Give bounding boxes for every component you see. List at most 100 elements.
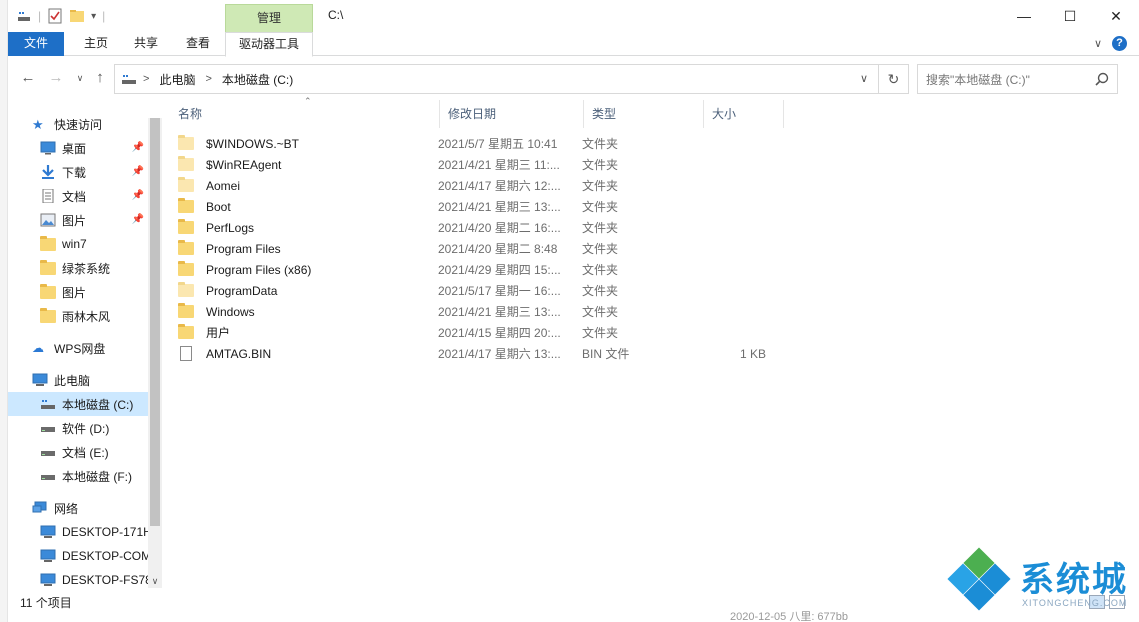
nav-item-label: 下载 xyxy=(62,165,87,180)
nav-item[interactable]: 此电脑 xyxy=(8,368,160,392)
file-row[interactable]: $WINDOWS.~BT 2021/5/7 星期五 10:41 文件夹 xyxy=(178,133,798,154)
back-button[interactable]: ← xyxy=(18,68,38,88)
file-name: ProgramData xyxy=(206,283,278,298)
maximize-button[interactable]: ☐ xyxy=(1047,0,1093,32)
column-name[interactable]: 名称 xyxy=(170,100,440,128)
file-row[interactable]: PerfLogs 2021/4/20 星期二 16:... 文件夹 xyxy=(178,217,798,238)
breadcrumb-separator[interactable]: > xyxy=(143,73,149,85)
file-row[interactable]: $WinREAgent 2021/4/21 星期三 11:... 文件夹 xyxy=(178,154,798,175)
file-date: 2021/5/7 星期五 10:41 xyxy=(438,137,558,151)
column-headers: 名称 修改日期 类型 大小 xyxy=(170,100,784,128)
nav-item[interactable]: 网络 xyxy=(8,496,160,520)
nav-item[interactable]: 桌面 📌 xyxy=(8,136,160,160)
file-row[interactable]: Aomei 2021/4/17 星期六 12:... 文件夹 xyxy=(178,175,798,196)
recent-locations-button[interactable]: ∨ xyxy=(70,68,90,88)
title-bar: | ▾ | 管理 C:\ — ☐ ✕ xyxy=(8,0,1139,32)
customize-toolbar-icon[interactable]: ▾ xyxy=(91,11,96,22)
navigation-scrollbar[interactable]: ∨ xyxy=(148,118,162,588)
nav-item[interactable]: 软件 (D:) xyxy=(8,416,160,440)
file-name: $WINDOWS.~BT xyxy=(206,136,300,151)
nav-item[interactable]: 本地磁盘 (C:) xyxy=(8,392,160,416)
search-box[interactable]: 搜索"本地磁盘 (C:)" xyxy=(917,64,1118,94)
divider: | xyxy=(38,9,42,23)
nav-item[interactable]: DESKTOP-171H xyxy=(8,520,160,544)
nav-item-label: 本地磁盘 (F:) xyxy=(62,469,132,484)
file-type: 文件夹 xyxy=(582,200,619,214)
file-name-cell: AMTAG.BIN xyxy=(178,346,438,361)
address-dropdown-button[interactable]: ∨ xyxy=(856,71,872,87)
file-type: 文件夹 xyxy=(582,305,619,319)
file-row[interactable]: Program Files 2021/4/20 星期二 8:48 文件夹 xyxy=(178,238,798,259)
file-date: 2021/4/17 星期六 12:... xyxy=(438,179,561,193)
drive-icon xyxy=(122,75,136,84)
navigation-bar: ← → ∨ ↑ > 此电脑 > 本地磁盘 (C:) ∨ ↻ 搜索"本地磁盘 (C… xyxy=(8,60,1139,96)
search-placeholder: 搜索"本地磁盘 (C:)" xyxy=(926,72,1030,87)
properties-icon[interactable] xyxy=(47,8,63,24)
nav-item[interactable]: DESKTOP-FS78 xyxy=(8,568,160,590)
nav-item[interactable]: 文档 📌 xyxy=(8,184,160,208)
watermark-logo: 系统城 XITONGCHENG.COM xyxy=(944,547,1134,618)
minimize-button[interactable]: — xyxy=(1001,0,1047,32)
nav-item[interactable]: DESKTOP-COM xyxy=(8,544,160,568)
help-icon[interactable]: ? xyxy=(1112,36,1127,51)
tab-manage[interactable]: 管理 xyxy=(225,4,313,32)
folder-icon xyxy=(178,198,194,213)
nav-item[interactable]: 图片 📌 xyxy=(8,208,160,232)
tab-share[interactable]: 共享 xyxy=(124,32,168,56)
close-button[interactable]: ✕ xyxy=(1093,0,1139,32)
star-icon: ★ xyxy=(32,117,44,132)
nav-item[interactable]: 绿茶系统 xyxy=(8,256,160,280)
nav-item[interactable]: ☁ WPS网盘 xyxy=(8,336,160,360)
scrollbar-thumb[interactable] xyxy=(150,118,160,526)
tab-drive-tools[interactable]: 驱动器工具 xyxy=(225,32,313,57)
breadcrumb-this-pc[interactable]: 此电脑 xyxy=(159,71,195,88)
breadcrumb: > 此电脑 > 本地磁盘 (C:) xyxy=(115,71,293,88)
column-date-modified[interactable]: 修改日期 xyxy=(440,100,584,128)
file-row[interactable]: Boot 2021/4/21 星期三 13:... 文件夹 xyxy=(178,196,798,217)
refresh-button[interactable]: ↻ xyxy=(878,65,908,93)
folder-icon xyxy=(40,307,56,323)
pin-icon[interactable]: 📌 xyxy=(132,214,144,225)
nav-item[interactable]: ★ 快速访问 xyxy=(8,112,160,136)
file-row[interactable]: Program Files (x86) 2021/4/29 星期四 15:... 文… xyxy=(178,259,798,280)
nav-item[interactable]: win7 xyxy=(8,232,160,256)
tab-home[interactable]: 主页 xyxy=(74,32,118,56)
tab-view[interactable]: 查看 xyxy=(176,32,220,56)
pictures-icon xyxy=(40,213,56,227)
search-icon[interactable] xyxy=(1095,72,1109,86)
file-name: Boot xyxy=(206,199,231,214)
scroll-down-icon[interactable]: ∨ xyxy=(148,574,162,588)
nav-item[interactable]: 图片 xyxy=(8,280,160,304)
nav-item-label: 此电脑 xyxy=(54,373,91,388)
file-row[interactable]: Windows 2021/4/21 星期三 13:... 文件夹 xyxy=(178,301,798,322)
file-name-cell: 用户 xyxy=(178,324,438,341)
file-date: 2021/4/21 星期三 13:... xyxy=(438,305,561,319)
expand-ribbon-icon[interactable]: ∨ xyxy=(1094,37,1102,50)
file-row[interactable]: 用户 2021/4/15 星期四 20:... 文件夹 xyxy=(178,322,798,343)
file-icon xyxy=(180,346,192,361)
breadcrumb-separator[interactable]: > xyxy=(205,73,211,85)
address-bar[interactable]: > 此电脑 > 本地磁盘 (C:) ∨ ↻ xyxy=(114,64,909,94)
forward-button[interactable]: → xyxy=(46,68,66,88)
column-size[interactable]: 大小 xyxy=(704,100,784,128)
breadcrumb-drive-c[interactable]: 本地磁盘 (C:) xyxy=(222,71,293,88)
tab-file[interactable]: 文件 xyxy=(8,32,64,56)
folder-icon xyxy=(40,235,56,251)
pin-icon[interactable]: 📌 xyxy=(132,166,144,177)
pin-icon[interactable]: 📌 xyxy=(132,142,144,153)
file-name-cell: $WINDOWS.~BT xyxy=(178,135,438,151)
up-button[interactable]: ↑ xyxy=(90,68,110,88)
folder-icon xyxy=(178,135,194,150)
nav-item[interactable]: 本地磁盘 (F:) xyxy=(8,464,160,488)
column-type[interactable]: 类型 xyxy=(584,100,704,128)
computer-icon xyxy=(40,525,56,538)
nav-item[interactable]: 文档 (E:) xyxy=(8,440,160,464)
new-folder-icon[interactable] xyxy=(69,8,85,24)
nav-item[interactable]: 下载 📌 xyxy=(8,160,160,184)
nav-item[interactable]: 雨林木风 xyxy=(8,304,160,328)
nav-item-label: DESKTOP-171H xyxy=(62,525,152,539)
file-row[interactable]: ProgramData 2021/5/17 星期一 16:... 文件夹 xyxy=(178,280,798,301)
pin-icon[interactable]: 📌 xyxy=(132,190,144,201)
file-row[interactable]: AMTAG.BIN 2021/4/17 星期六 13:... BIN 文件 1 KB xyxy=(178,343,798,364)
